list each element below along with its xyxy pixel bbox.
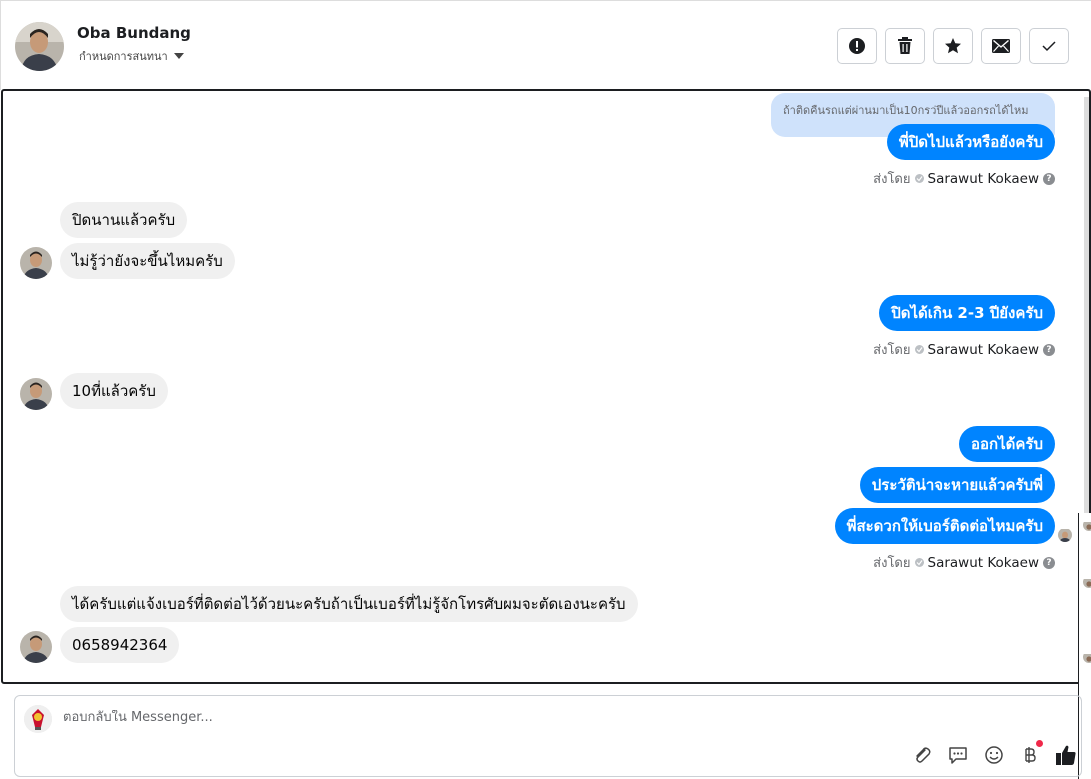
caret-down-icon (173, 53, 184, 59)
like-button[interactable] (1055, 744, 1077, 766)
contact-avatar-small (20, 247, 52, 279)
payment-button[interactable] (1019, 740, 1043, 766)
sent-by-label: ส่งโดย (873, 172, 911, 187)
side-avatar[interactable] (1083, 576, 1091, 588)
outgoing-message[interactable]: พี่สะดวกให้เบอร์ติดต่อไหมครับ (834, 508, 1055, 544)
saved-replies-icon (949, 747, 967, 764)
attach-icon (916, 747, 931, 763)
conversation-toolbar (837, 28, 1069, 64)
incoming-message[interactable]: ไม่รู้ว่ายังจะขึ้นไหมครับ (60, 243, 235, 279)
verified-check-icon (914, 345, 924, 354)
mark-done-button[interactable] (1029, 28, 1069, 64)
incoming-message[interactable]: 10ที่แล้วครับ (60, 373, 168, 409)
composer-tools (911, 740, 1077, 766)
outgoing-message[interactable]: ปิดได้เกิน 2-3 ปียังครับ (879, 295, 1055, 331)
baht-payment-icon (1025, 747, 1036, 763)
sent-by-label: ส่งโดย (873, 556, 911, 571)
side-avatar[interactable] (1083, 519, 1091, 531)
help-icon[interactable]: ? (1043, 343, 1055, 356)
sent-by-agent[interactable]: Sarawut Kokaew (928, 171, 1040, 187)
notification-dot (1036, 740, 1043, 747)
sent-by-info: ส่งโดย Sarawut Kokaew ? (873, 339, 1055, 360)
star-button[interactable] (933, 28, 973, 64)
sent-by-label: ส่งโดย (873, 343, 911, 358)
seen-avatar (1058, 528, 1072, 542)
contact-avatar-small (20, 631, 52, 663)
sent-by-agent[interactable]: Sarawut Kokaew (928, 555, 1040, 571)
incoming-message[interactable]: 0658942364 (60, 627, 180, 663)
page-avatar (24, 705, 52, 733)
outgoing-message[interactable]: ประวัติน่าจะหายแล้วครับพี่ (859, 467, 1055, 503)
sent-by-info: ส่งโดย Sarawut Kokaew ? (873, 552, 1055, 573)
sent-by-agent[interactable]: Sarawut Kokaew (928, 342, 1040, 358)
exclamation-icon (849, 38, 865, 54)
incoming-message[interactable]: ปิดนานแล้วครับ (60, 202, 188, 238)
delete-button[interactable] (885, 28, 925, 64)
mark-unread-button[interactable] (981, 28, 1021, 64)
side-avatar[interactable] (1083, 651, 1091, 663)
conversation-settings-label: กำหนดการสนทนา (79, 50, 168, 63)
reply-composer (14, 695, 1082, 777)
conversation-settings-dropdown[interactable]: กำหนดการสนทนา (79, 47, 184, 65)
star-icon (945, 38, 961, 54)
contact-avatar-small (20, 378, 52, 410)
attach-button[interactable] (911, 744, 933, 766)
outgoing-message[interactable]: พี่ปิดไปแล้วหรือยังครับ (886, 124, 1055, 160)
verified-check-icon (914, 558, 924, 567)
conversation-header: Oba Bundang กำหนดการสนทนา (0, 0, 1091, 90)
thumbs-up-icon (1056, 745, 1076, 765)
contact-name[interactable]: Oba Bundang (77, 24, 191, 42)
sent-by-info: ส่งโดย Sarawut Kokaew ? (873, 168, 1055, 189)
help-icon[interactable]: ? (1043, 172, 1055, 185)
verified-check-icon (914, 174, 924, 183)
emoji-button[interactable] (983, 744, 1005, 766)
saved-replies-button[interactable] (947, 744, 969, 766)
contact-avatar[interactable] (15, 22, 64, 71)
emoji-icon (985, 746, 1003, 764)
mark-spam-button[interactable] (837, 28, 877, 64)
check-icon (1042, 41, 1056, 52)
message-thread[interactable]: ถ้าติดคืนรถแต่ผ่านมาเป็น10กรว่ปีแล้วออกร… (1, 89, 1091, 684)
outgoing-message[interactable]: ออกได้ครับ (959, 426, 1055, 462)
trash-icon (898, 37, 912, 54)
reply-input[interactable] (63, 710, 883, 725)
help-icon[interactable]: ? (1043, 556, 1055, 569)
incoming-message[interactable]: ได้ครับแต่แจ้งเบอร์ที่ติดต่อไว้ด้วยนะครั… (60, 586, 638, 622)
envelope-icon (992, 39, 1010, 53)
